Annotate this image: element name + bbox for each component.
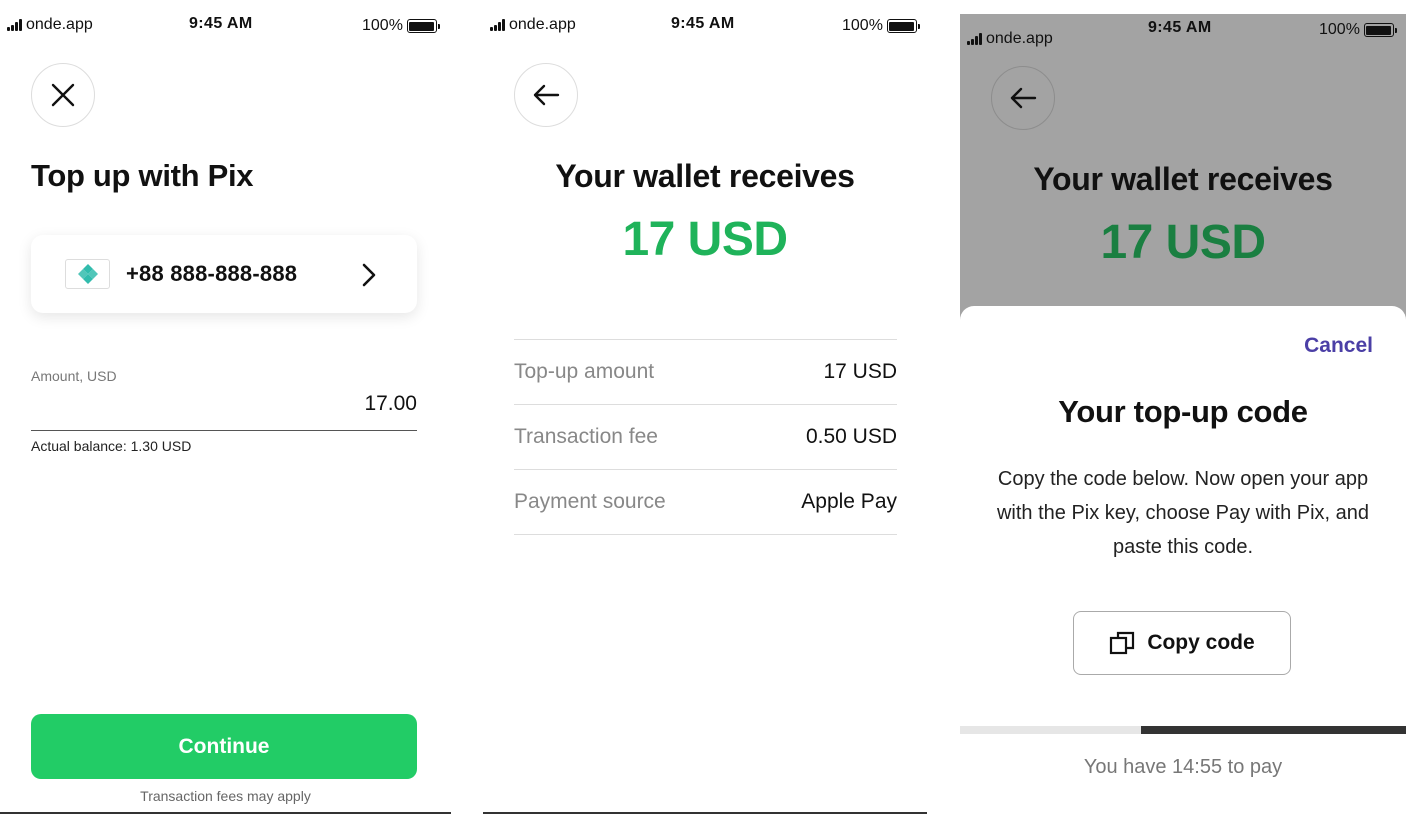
amount-label: Amount, USD <box>31 368 117 384</box>
timer-text: You have 14:55 to pay <box>1083 756 1283 778</box>
arrow-left-icon <box>533 84 560 106</box>
carrier: onde.app <box>967 30 1053 48</box>
detail-label: Top-up amount <box>514 360 655 383</box>
pix-key-selector[interactable]: +88 888-888-888 <box>31 235 417 313</box>
status-bar: onde.app 9:45 AM 100% <box>0 0 451 48</box>
copy-code-button[interactable]: Copy code <box>1073 611 1291 675</box>
back-button[interactable] <box>514 63 578 127</box>
battery-status: 100% <box>1319 21 1397 39</box>
wallet-receives-title: Your wallet receives <box>555 158 855 194</box>
detail-row-transaction-fee: Transaction fee 0.50 USD <box>514 405 897 470</box>
signal-icon <box>7 19 22 31</box>
page-title: Top up with Pix <box>31 158 254 193</box>
battery-status: 100% <box>362 17 440 35</box>
detail-label: Payment source <box>514 490 666 513</box>
topup-code-sheet: Cancel Your top-up code Copy the code be… <box>960 306 1406 814</box>
detail-value: 17 USD <box>823 360 897 383</box>
details-table: Top-up amount 17 USD Transaction fee 0.5… <box>514 339 897 535</box>
topup-code-screen: onde.app 9:45 AM 100% Your wallet receiv… <box>960 14 1406 814</box>
battery-label: 100% <box>1319 21 1360 38</box>
battery-icon <box>406 19 440 33</box>
clock: 9:45 AM <box>189 15 253 32</box>
pix-logo-icon <box>65 259 110 289</box>
timer-progress-bar <box>960 726 1406 734</box>
sheet-description: Copy the code below. Now open your app w… <box>996 468 1370 558</box>
pix-key-phone: +88 888-888-888 <box>126 261 298 286</box>
received-amount: 17 USD <box>622 213 788 266</box>
summary-screen: onde.app 9:45 AM 100% Your wallet receiv… <box>483 0 927 814</box>
signal-icon <box>967 33 982 45</box>
arrow-left-icon <box>1010 87 1037 109</box>
balance-text: Actual balance: 1.30 USD <box>31 438 192 454</box>
received-amount: 17 USD <box>1100 216 1266 269</box>
cancel-button[interactable]: Cancel <box>1304 334 1373 358</box>
carrier-label: onde.app <box>26 16 93 33</box>
battery-icon <box>1363 23 1397 37</box>
close-button[interactable] <box>31 63 95 127</box>
copy-icon <box>1110 631 1135 655</box>
amount-input[interactable]: 17.00 <box>364 392 417 416</box>
status-bar: onde.app 9:45 AM 100% <box>483 0 927 48</box>
detail-row-payment-source: Payment source Apple Pay <box>514 470 897 535</box>
amount-underline <box>31 430 417 431</box>
detail-row-topup-amount: Top-up amount 17 USD <box>514 340 897 405</box>
sheet-title: Your top-up code <box>1058 394 1308 429</box>
battery-icon <box>886 19 920 33</box>
detail-value: 0.50 USD <box>805 425 897 448</box>
continue-button[interactable]: Continue <box>31 714 417 779</box>
carrier-label: onde.app <box>986 30 1053 47</box>
topup-screen: onde.app 9:45 AM 100% Top up with Pix +8… <box>0 0 451 814</box>
close-icon <box>51 83 75 107</box>
back-button[interactable] <box>991 66 1055 130</box>
signal-icon <box>490 19 505 31</box>
copy-code-label: Copy code <box>1147 631 1255 654</box>
carrier: onde.app <box>7 16 93 34</box>
status-bar: onde.app 9:45 AM 100% <box>960 14 1406 62</box>
clock: 9:45 AM <box>671 15 735 32</box>
dimmed-background[interactable]: onde.app 9:45 AM 100% Your wallet receiv… <box>960 14 1406 334</box>
battery-label: 100% <box>842 17 883 34</box>
battery-label: 100% <box>362 17 403 34</box>
carrier: onde.app <box>490 16 576 34</box>
fees-note: Transaction fees may apply <box>140 788 311 804</box>
carrier-label: onde.app <box>509 16 576 33</box>
battery-status: 100% <box>842 17 920 35</box>
clock: 9:45 AM <box>1148 19 1212 36</box>
detail-label: Transaction fee <box>514 425 658 448</box>
chevron-right-icon <box>362 263 376 287</box>
wallet-receives-title: Your wallet receives <box>1033 161 1333 197</box>
timer-progress-fill <box>1140 726 1406 734</box>
detail-value: Apple Pay <box>801 490 897 513</box>
